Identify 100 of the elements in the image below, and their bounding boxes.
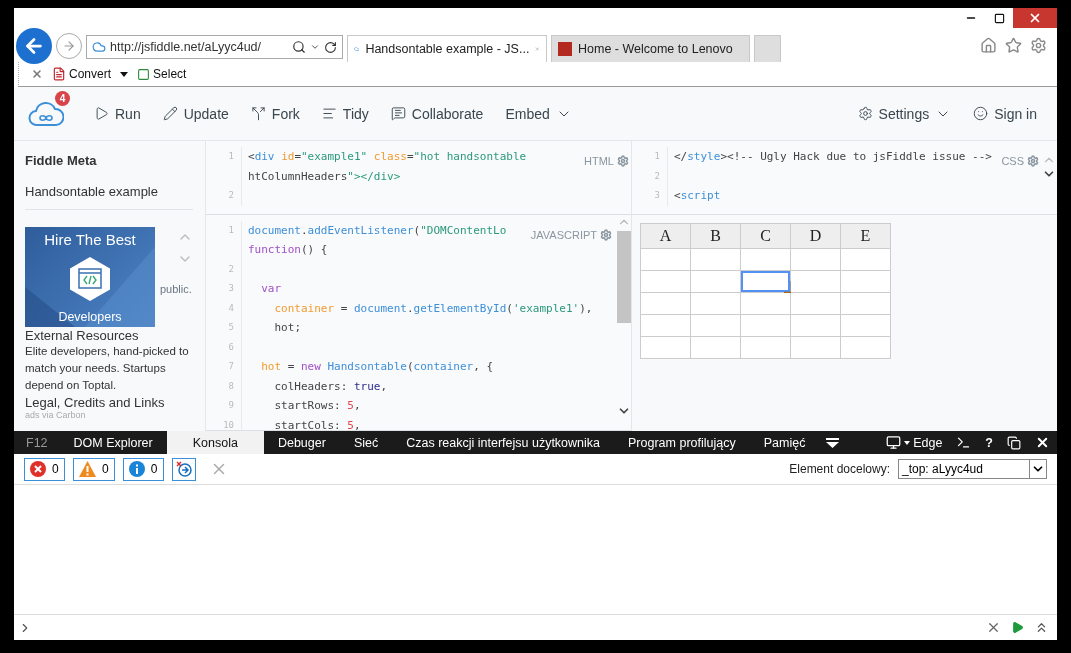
scrollbar-thumb[interactable] <box>616 230 631 323</box>
convert-button[interactable]: Convert <box>49 67 115 81</box>
grid-cell[interactable] <box>841 249 891 271</box>
grid-cell[interactable] <box>741 337 791 359</box>
refresh-icon[interactable] <box>324 40 337 54</box>
grid-cell[interactable] <box>641 293 691 315</box>
sign-in-button[interactable]: Sign in <box>973 105 1037 122</box>
browser-tab[interactable]: Handsontable example - JS... <box>347 35 547 62</box>
warning-filter-button[interactable]: 0 <box>73 457 115 481</box>
clear-input-icon[interactable] <box>986 620 1001 635</box>
embed-menu[interactable]: Embed <box>505 105 572 122</box>
toolbar-button[interactable]: Tidy <box>321 105 369 122</box>
sidebar-section[interactable]: External Resources <box>25 328 205 343</box>
code-line: function() { <box>248 242 328 258</box>
grid-cell[interactable] <box>741 249 791 271</box>
grid-cell[interactable] <box>741 271 791 293</box>
devtools-tab[interactable]: Program profilujący <box>614 431 750 454</box>
devtools-tab[interactable]: Pamięć <box>749 431 820 454</box>
grid-cell[interactable] <box>791 315 841 337</box>
devtools-key: F12 <box>14 435 60 450</box>
grid-cell[interactable] <box>641 315 691 337</box>
column-header[interactable]: C <box>741 224 791 249</box>
browser-tab[interactable]: Home - Welcome to Lenovo <box>551 35 750 62</box>
grid-cell[interactable] <box>741 315 791 337</box>
grid-cell[interactable] <box>691 337 741 359</box>
column-header[interactable]: B <box>691 224 741 249</box>
code-line: htColumnHeaders"></div> <box>248 168 401 185</box>
ad-headline: Hire The Best <box>44 231 136 248</box>
fiddle-name: Handsontable example <box>25 184 159 199</box>
settings-icon[interactable] <box>1030 37 1047 54</box>
devtools-tab[interactable]: Konsola <box>166 431 264 454</box>
target-select[interactable]: _top: aLyyc4ud <box>898 459 1047 479</box>
arrow-right-icon <box>62 39 76 53</box>
grid-cell[interactable] <box>691 293 741 315</box>
grid-cell[interactable] <box>791 337 841 359</box>
toolbar-button[interactable]: Run <box>94 105 141 122</box>
caret-icon[interactable] <box>120 71 129 77</box>
settings-menu[interactable]: Settings <box>857 105 952 122</box>
grid-cell[interactable] <box>691 315 741 337</box>
ad-banner[interactable]: Hire The Best Developers <box>25 227 155 327</box>
info-filter-button[interactable]: 0 <box>122 457 164 481</box>
error-icon <box>30 461 46 477</box>
grid-cell[interactable] <box>641 249 691 271</box>
toolbar-button[interactable]: Update <box>162 105 229 122</box>
devtools-tab[interactable]: Sieć <box>339 431 393 454</box>
devtools-tab[interactable]: Debuger <box>263 431 340 454</box>
grid-cell[interactable] <box>641 271 691 293</box>
settings-icon[interactable] <box>617 155 629 167</box>
home-icon[interactable] <box>980 37 997 54</box>
sidebar-section[interactable]: Legal, Credits and Links <box>25 395 205 410</box>
help-button[interactable]: ? <box>978 431 1000 454</box>
devtools-tab[interactable]: Czas reakcji interfejsu użytkownika <box>392 431 615 454</box>
split-arrow-icon <box>250 106 266 121</box>
new-tab-button[interactable] <box>754 35 781 62</box>
error-filter-button[interactable]: 0 <box>24 457 65 481</box>
grid-cell[interactable] <box>741 293 791 315</box>
code-line: var <box>260 281 282 297</box>
grid-cell[interactable] <box>841 293 891 315</box>
grid-cell[interactable] <box>841 337 891 359</box>
settings-icon[interactable] <box>1027 155 1039 167</box>
line-number: 1 <box>653 150 661 163</box>
back-button[interactable] <box>16 28 52 64</box>
clear-on-navigate-button[interactable] <box>171 457 196 481</box>
devtools-tab[interactable]: DOM Explorer <box>59 431 167 454</box>
grid-cell[interactable] <box>691 249 741 271</box>
ad-text[interactable]: Elite developers, hand-picked to match your needs. Startups depend on Toptal. <box>25 343 197 394</box>
close-icon[interactable] <box>31 68 43 80</box>
grid-cell[interactable] <box>841 315 891 337</box>
line-number: 2 <box>227 189 235 202</box>
toolbar-button[interactable]: Collaborate <box>390 105 484 122</box>
code-line: hot; <box>273 320 301 336</box>
play-icon <box>94 106 109 121</box>
ad-caption: Developers <box>58 310 122 324</box>
line-number: 1 <box>227 150 235 163</box>
toolbar-button[interactable]: Fork <box>250 105 300 122</box>
line-number: 2 <box>653 169 661 183</box>
settings-icon[interactable] <box>600 228 612 241</box>
address-field[interactable]: http://jsfiddle.net/aLyyc4ud/ <box>86 35 343 59</box>
grid-cell[interactable] <box>641 337 691 359</box>
column-header[interactable]: E <box>841 224 891 249</box>
document-icon <box>52 67 66 81</box>
code-window-icon <box>68 256 112 302</box>
code-line: document.addEventListener("DOMContentLo <box>248 222 507 239</box>
column-header[interactable]: D <box>791 224 841 249</box>
forward-button[interactable] <box>56 33 82 59</box>
run-icon[interactable] <box>1011 621 1024 634</box>
windows-icon <box>1007 435 1021 450</box>
code-line: <script <box>674 188 721 204</box>
emulation-button[interactable]: Edge <box>879 431 950 454</box>
grid-cell[interactable] <box>791 271 841 293</box>
line-number: 5 <box>227 321 235 334</box>
column-header[interactable]: A <box>641 224 691 249</box>
grid-cell[interactable] <box>691 271 741 293</box>
grid-cell[interactable] <box>841 271 891 293</box>
grid-cell[interactable] <box>791 249 841 271</box>
star-icon[interactable] <box>1005 37 1022 54</box>
grid-cell[interactable] <box>791 293 841 315</box>
select-button[interactable]: Select <box>134 67 190 81</box>
search-icon[interactable] <box>292 40 306 54</box>
monitor-icon <box>886 435 902 450</box>
